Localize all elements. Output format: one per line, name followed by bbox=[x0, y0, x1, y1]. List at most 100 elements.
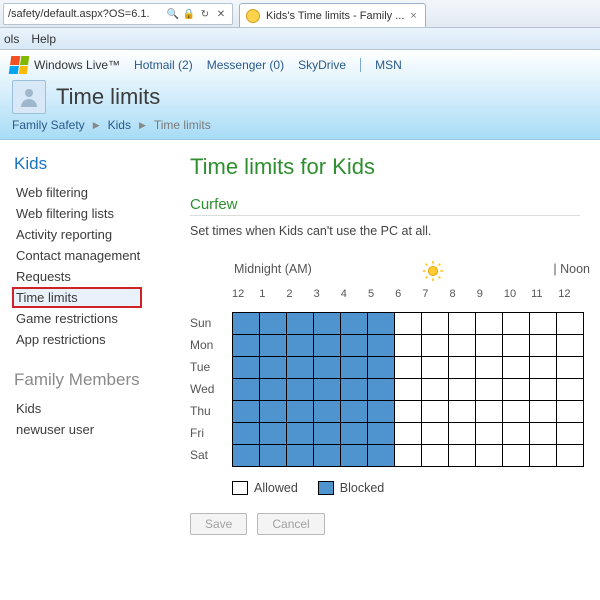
schedule-cell[interactable] bbox=[530, 401, 557, 423]
schedule-cell[interactable] bbox=[287, 379, 314, 401]
schedule-cell[interactable] bbox=[530, 445, 557, 467]
schedule-cell[interactable] bbox=[557, 357, 584, 379]
schedule-cell[interactable] bbox=[287, 423, 314, 445]
schedule-cell[interactable] bbox=[449, 379, 476, 401]
schedule-cell[interactable] bbox=[287, 313, 314, 335]
schedule-cell[interactable] bbox=[368, 357, 395, 379]
sidebar-item[interactable]: Web filtering bbox=[14, 182, 170, 203]
schedule-cell[interactable] bbox=[395, 423, 422, 445]
schedule-cell[interactable] bbox=[260, 445, 287, 467]
live-link-hotmail[interactable]: Hotmail (2) bbox=[134, 58, 193, 72]
schedule-cell[interactable] bbox=[260, 313, 287, 335]
address-bar[interactable]: /safety/default.aspx?OS=6.1. 🔍 🔒 ↻ ✕ bbox=[3, 3, 233, 25]
schedule-cell[interactable] bbox=[368, 423, 395, 445]
schedule-cell[interactable] bbox=[395, 335, 422, 357]
schedule-cell[interactable] bbox=[422, 357, 449, 379]
schedule-cell[interactable] bbox=[260, 379, 287, 401]
sidebar-item[interactable]: App restrictions bbox=[14, 329, 170, 350]
schedule-cell[interactable] bbox=[422, 379, 449, 401]
schedule-cell[interactable] bbox=[449, 445, 476, 467]
sidebar-item[interactable]: Requests bbox=[14, 266, 170, 287]
crumb-family-safety[interactable]: Family Safety bbox=[12, 118, 85, 132]
stop-icon[interactable]: ✕ bbox=[214, 7, 228, 21]
browser-tab[interactable]: Kids's Time limits - Family ... × bbox=[239, 3, 426, 27]
schedule-cell[interactable] bbox=[530, 313, 557, 335]
sidebar-item[interactable]: Web filtering lists bbox=[14, 203, 170, 224]
schedule-cell[interactable] bbox=[395, 379, 422, 401]
schedule-cell[interactable] bbox=[530, 379, 557, 401]
schedule-cell[interactable] bbox=[557, 423, 584, 445]
schedule-cell[interactable] bbox=[287, 445, 314, 467]
schedule-cell[interactable] bbox=[449, 313, 476, 335]
search-icon[interactable]: 🔍 bbox=[166, 7, 180, 21]
live-link-messenger[interactable]: Messenger (0) bbox=[207, 58, 284, 72]
sidebar-item[interactable]: Contact management bbox=[14, 245, 170, 266]
schedule-cell[interactable] bbox=[476, 313, 503, 335]
schedule-cell[interactable] bbox=[233, 379, 260, 401]
schedule-cell[interactable] bbox=[341, 401, 368, 423]
schedule-cell[interactable] bbox=[260, 357, 287, 379]
schedule-cell[interactable] bbox=[314, 313, 341, 335]
schedule-cell[interactable] bbox=[341, 445, 368, 467]
schedule-cell[interactable] bbox=[476, 357, 503, 379]
schedule-cell[interactable] bbox=[341, 379, 368, 401]
save-button[interactable]: Save bbox=[190, 513, 247, 535]
schedule-cell[interactable] bbox=[530, 335, 557, 357]
schedule-cell[interactable] bbox=[395, 357, 422, 379]
schedule-cell[interactable] bbox=[395, 401, 422, 423]
schedule-cell[interactable] bbox=[314, 445, 341, 467]
schedule-cell[interactable] bbox=[476, 445, 503, 467]
refresh-icon[interactable]: ↻ bbox=[198, 7, 212, 21]
schedule-cell[interactable] bbox=[368, 445, 395, 467]
live-link-skydrive[interactable]: SkyDrive bbox=[298, 58, 346, 72]
schedule-cell[interactable] bbox=[557, 379, 584, 401]
schedule-cell[interactable] bbox=[368, 313, 395, 335]
schedule-cell[interactable] bbox=[449, 335, 476, 357]
schedule-cell[interactable] bbox=[368, 335, 395, 357]
schedule-cell[interactable] bbox=[368, 379, 395, 401]
schedule-cell[interactable] bbox=[530, 357, 557, 379]
schedule-cell[interactable] bbox=[503, 445, 530, 467]
schedule-cell[interactable] bbox=[422, 401, 449, 423]
schedule-cell[interactable] bbox=[530, 423, 557, 445]
schedule-cell[interactable] bbox=[422, 445, 449, 467]
schedule-cell[interactable] bbox=[260, 335, 287, 357]
schedule-cell[interactable] bbox=[287, 357, 314, 379]
schedule-cell[interactable] bbox=[260, 401, 287, 423]
crumb-kids[interactable]: Kids bbox=[108, 118, 131, 132]
schedule-cell[interactable] bbox=[314, 423, 341, 445]
schedule-grid[interactable] bbox=[232, 312, 584, 467]
windows-live-logo[interactable]: Windows Live™ bbox=[10, 56, 120, 74]
schedule-cell[interactable] bbox=[314, 379, 341, 401]
schedule-cell[interactable] bbox=[557, 445, 584, 467]
schedule-cell[interactable] bbox=[260, 423, 287, 445]
schedule-cell[interactable] bbox=[233, 423, 260, 445]
schedule-cell[interactable] bbox=[233, 335, 260, 357]
schedule-cell[interactable] bbox=[476, 335, 503, 357]
schedule-cell[interactable] bbox=[422, 423, 449, 445]
schedule-cell[interactable] bbox=[233, 357, 260, 379]
schedule-cell[interactable] bbox=[449, 423, 476, 445]
schedule-cell[interactable] bbox=[557, 313, 584, 335]
sidebar-member[interactable]: newuser user bbox=[14, 419, 170, 440]
schedule-cell[interactable] bbox=[233, 313, 260, 335]
schedule-cell[interactable] bbox=[422, 335, 449, 357]
schedule-cell[interactable] bbox=[287, 335, 314, 357]
schedule-cell[interactable] bbox=[287, 401, 314, 423]
schedule-cell[interactable] bbox=[503, 357, 530, 379]
schedule-cell[interactable] bbox=[314, 357, 341, 379]
schedule-cell[interactable] bbox=[476, 423, 503, 445]
schedule-cell[interactable] bbox=[503, 335, 530, 357]
schedule-cell[interactable] bbox=[314, 335, 341, 357]
schedule-cell[interactable] bbox=[395, 445, 422, 467]
schedule-cell[interactable] bbox=[449, 401, 476, 423]
schedule-cell[interactable] bbox=[341, 357, 368, 379]
schedule-cell[interactable] bbox=[341, 423, 368, 445]
schedule-cell[interactable] bbox=[314, 401, 341, 423]
schedule-cell[interactable] bbox=[422, 313, 449, 335]
schedule-cell[interactable] bbox=[449, 357, 476, 379]
cancel-button[interactable]: Cancel bbox=[257, 513, 324, 535]
schedule-cell[interactable] bbox=[476, 379, 503, 401]
schedule-cell[interactable] bbox=[341, 335, 368, 357]
schedule-cell[interactable] bbox=[395, 313, 422, 335]
